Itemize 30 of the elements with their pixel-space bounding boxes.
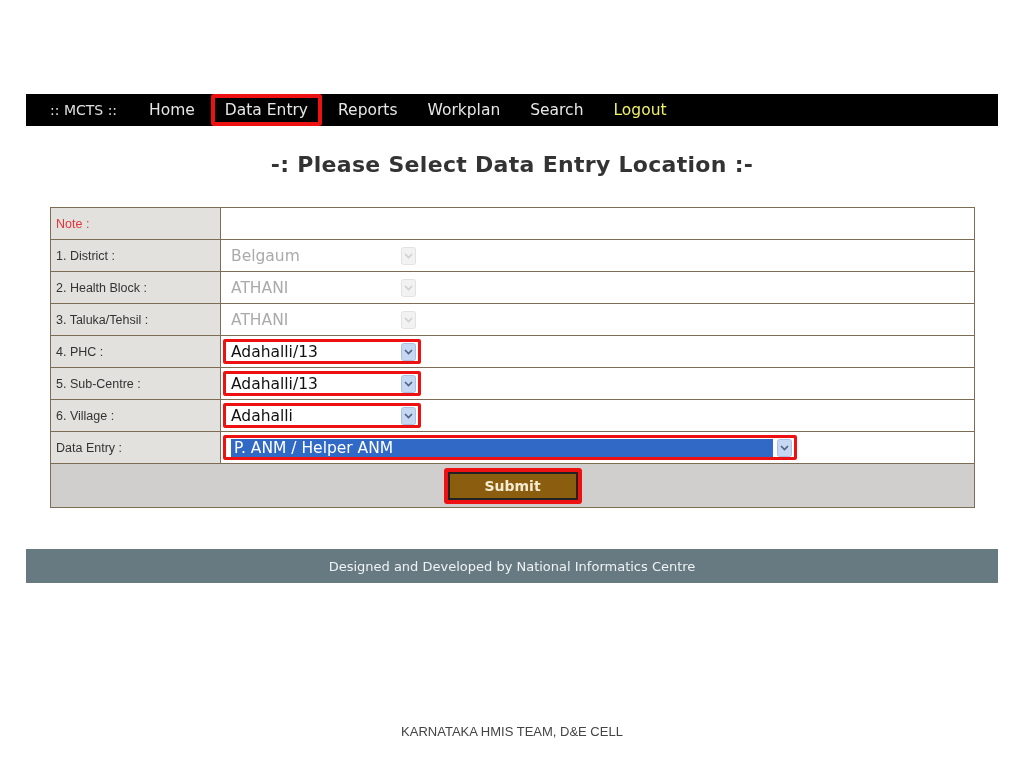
chevron-down-icon (401, 342, 416, 361)
field-label: 6. Village : (51, 400, 221, 431)
dropdown-field[interactable]: P. ANM / Helper ANM (223, 435, 797, 460)
dropdown-field[interactable]: Adahalli (223, 403, 421, 428)
nav-link[interactable]: Data Entry (210, 94, 323, 126)
nav-link[interactable]: Search (516, 94, 598, 126)
nav-link[interactable]: Logout (599, 94, 681, 126)
submit-button[interactable]: Submit (443, 467, 582, 504)
slide-footer: KARNATAKA HMIS TEAM, D&E CELL (0, 724, 1024, 739)
brand-label: :: MCTS :: (50, 102, 118, 118)
chevron-down-icon (401, 278, 416, 297)
page-title: -: Please Select Data Entry Location :- (269, 152, 755, 177)
nav-link[interactable]: Reports (324, 94, 412, 126)
field-label: 5. Sub-Centre : (51, 368, 221, 399)
dropdown-field[interactable]: Adahalli/13 (223, 371, 421, 396)
dropdown-field[interactable]: Adahalli/13 (223, 339, 421, 364)
chevron-down-icon (401, 406, 416, 425)
field-label: 3. Taluka/Tehsil : (51, 304, 221, 335)
chevron-down-icon (401, 374, 416, 393)
note-label: Note : (51, 208, 221, 239)
chevron-down-icon (401, 246, 416, 265)
field-label: 1. District : (51, 240, 221, 271)
field-label: Data Entry : (51, 432, 221, 463)
field-label: 4. PHC : (51, 336, 221, 367)
footer-text: Designed and Developed by National Informatics Centre (328, 558, 696, 574)
nav-link[interactable]: Workplan (413, 94, 515, 126)
chevron-down-icon (401, 310, 416, 329)
nav-link[interactable]: Home (135, 94, 209, 126)
field-label: 2. Health Block : (51, 272, 221, 303)
chevron-down-icon (777, 438, 792, 457)
